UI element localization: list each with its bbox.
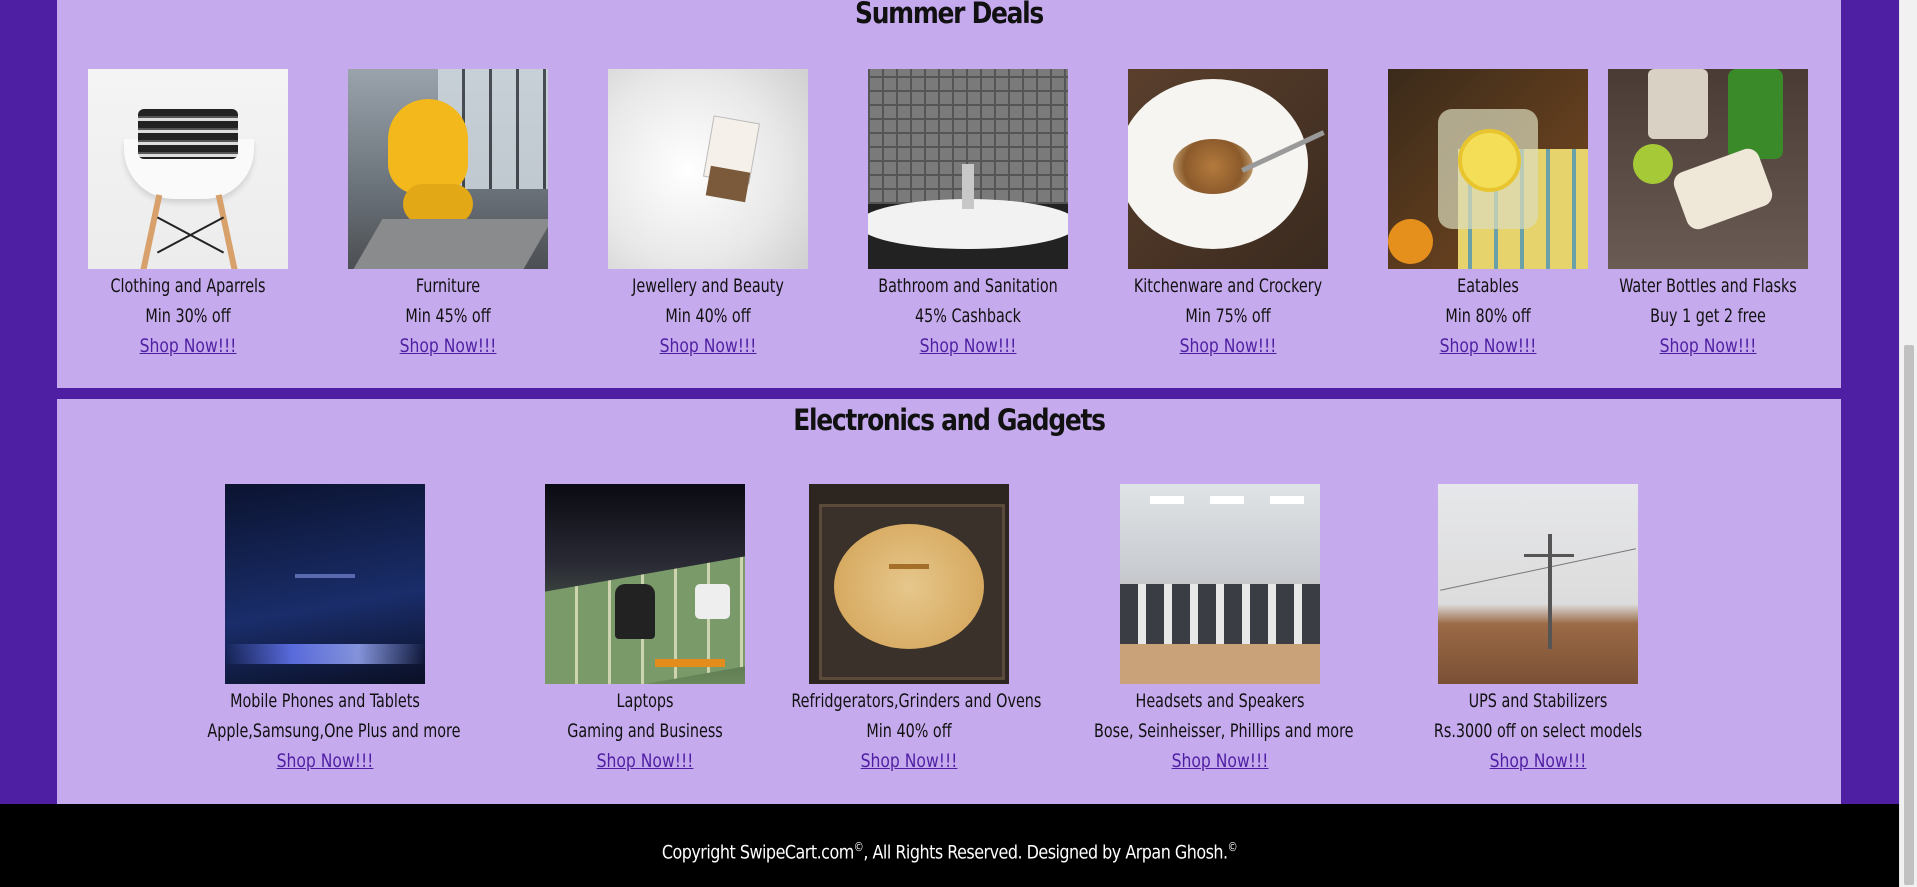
- deal-offer: Gaming and Business: [567, 720, 723, 742]
- deal-title: Eatables: [1457, 275, 1519, 297]
- deal-card-ups: UPS and Stabilizers Rs.3000 off on selec…: [1398, 484, 1678, 776]
- copyright-symbol: ©: [853, 840, 864, 854]
- shop-now-link[interactable]: Shop Now!!!: [660, 331, 757, 361]
- summer-deals-section: Summer Deals Clothing and Aparrels Min 3…: [57, 0, 1841, 388]
- deal-card-bathroom: Bathroom and Sanitation 45% Cashback Sho…: [838, 69, 1098, 361]
- shop-now-link[interactable]: Shop Now!!!: [597, 746, 694, 776]
- ups-photo[interactable]: [1438, 484, 1638, 684]
- eatables-photo[interactable]: [1388, 69, 1588, 269]
- deal-card-kitchenware: Kitchenware and Crockery Min 75% off Sho…: [1098, 69, 1358, 361]
- shop-now-link[interactable]: Shop Now!!!: [920, 331, 1017, 361]
- footer: Copyright SwipeCart.com©, All Rights Res…: [0, 804, 1899, 887]
- copyright-prefix: Copyright SwipeCart.com: [661, 841, 854, 864]
- deal-offer: Apple,Samsung,One Plus and more: [207, 720, 461, 742]
- deal-title: Mobile Phones and Tablets: [230, 690, 420, 712]
- laptops-photo[interactable]: [545, 484, 745, 684]
- copyright-symbol-2: ©: [1227, 840, 1238, 854]
- deal-card-furniture: Furniture Min 45% off Shop Now!!!: [318, 69, 578, 361]
- deal-offer: Bose, Seinheisser, Phillips and more: [1094, 720, 1354, 742]
- deal-card-water-bottles: Water Bottles and Flasks Buy 1 get 2 fre…: [1578, 69, 1838, 361]
- footer-copyright: Copyright SwipeCart.com©, All Rights Res…: [152, 840, 1747, 863]
- scrollbar-thumb[interactable]: [1904, 345, 1914, 885]
- refrigerators-photo[interactable]: [809, 484, 1009, 684]
- jewellery-photo[interactable]: [608, 69, 808, 269]
- deal-title: Kitchenware and Crockery: [1133, 275, 1323, 297]
- headsets-photo[interactable]: [1120, 484, 1320, 684]
- shop-now-link[interactable]: Shop Now!!!: [1660, 331, 1757, 361]
- shop-now-link[interactable]: Shop Now!!!: [1180, 331, 1277, 361]
- vertical-scrollbar[interactable]: [1899, 0, 1917, 887]
- bathroom-photo[interactable]: [868, 69, 1068, 269]
- deal-card-refrigerators: Refridgerators,Grinders and Ovens Min 40…: [769, 484, 1049, 776]
- deal-offer: 45% Cashback: [914, 305, 1021, 327]
- deal-title: Bathroom and Sanitation: [878, 275, 1058, 297]
- deal-card-jewellery: Jewellery and Beauty Min 40% off Shop No…: [578, 69, 838, 361]
- furniture-photo[interactable]: [348, 69, 548, 269]
- deal-offer: Min 40% off: [665, 305, 751, 327]
- deal-offer: Min 30% off: [145, 305, 231, 327]
- deal-card-mobile: Mobile Phones and Tablets Apple,Samsung,…: [185, 484, 465, 776]
- water-bottles-photo[interactable]: [1608, 69, 1808, 269]
- deal-card-headsets: Headsets and Speakers Bose, Seinheisser,…: [1070, 484, 1370, 776]
- deal-title: Clothing and Aparrels: [110, 275, 266, 297]
- page: Summer Deals Clothing and Aparrels Min 3…: [0, 0, 1917, 887]
- deal-card-clothing: Clothing and Aparrels Min 30% off Shop N…: [58, 69, 318, 361]
- electronics-section: Electronics and Gadgets Mobile Phones an…: [57, 399, 1841, 804]
- kitchenware-photo[interactable]: [1128, 69, 1328, 269]
- deal-offer: Buy 1 get 2 free: [1650, 305, 1766, 327]
- deal-card-laptops: Laptops Gaming and Business Shop Now!!!: [525, 484, 765, 776]
- shop-now-link[interactable]: Shop Now!!!: [400, 331, 497, 361]
- summer-deals-title: Summer Deals: [855, 0, 1044, 30]
- deal-title: Furniture: [415, 275, 481, 297]
- deal-title: Refridgerators,Grinders and Ovens: [791, 690, 1042, 712]
- shop-now-link[interactable]: Shop Now!!!: [1490, 746, 1587, 776]
- shop-now-link[interactable]: Shop Now!!!: [1172, 746, 1269, 776]
- shop-now-link[interactable]: Shop Now!!!: [277, 746, 374, 776]
- deal-offer: Rs.3000 off on select models: [1433, 720, 1643, 742]
- copyright-middle: , All Rights Reserved. Designed by Arpan…: [863, 841, 1228, 864]
- deal-title: Laptops: [616, 690, 674, 712]
- shop-now-link[interactable]: Shop Now!!!: [1440, 331, 1537, 361]
- mobile-photo[interactable]: [225, 484, 425, 684]
- deal-offer: Min 75% off: [1185, 305, 1271, 327]
- shop-now-link[interactable]: Shop Now!!!: [140, 331, 237, 361]
- deal-offer: Min 40% off: [866, 720, 952, 742]
- clothing-photo[interactable]: [88, 69, 288, 269]
- deal-title: Headsets and Speakers: [1135, 690, 1305, 712]
- deal-title: Water Bottles and Flasks: [1619, 275, 1797, 297]
- deal-title: UPS and Stabilizers: [1468, 690, 1608, 712]
- shop-now-link[interactable]: Shop Now!!!: [861, 746, 958, 776]
- deal-offer: Min 45% off: [405, 305, 491, 327]
- deal-title: Jewellery and Beauty: [632, 275, 784, 297]
- electronics-title: Electronics and Gadgets: [793, 403, 1106, 437]
- viewport: Summer Deals Clothing and Aparrels Min 3…: [0, 0, 1899, 887]
- deal-offer: Min 80% off: [1445, 305, 1531, 327]
